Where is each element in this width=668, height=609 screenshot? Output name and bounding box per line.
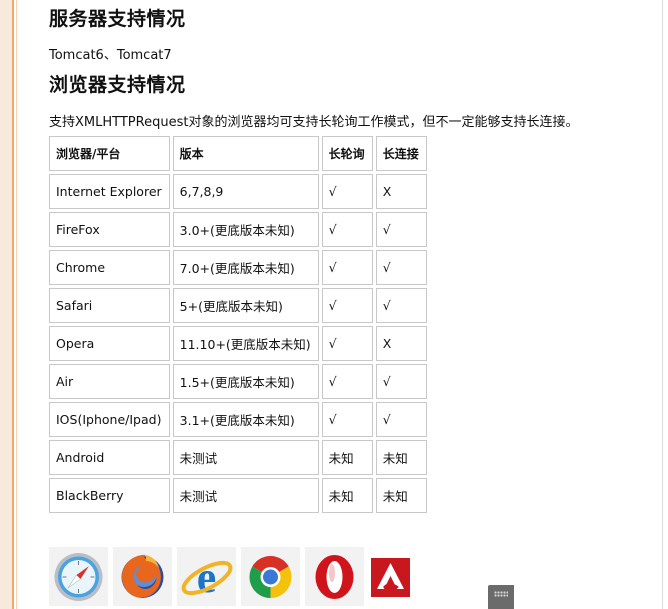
browser-support-table: 浏览器/平台 版本 长轮询 长连接 Internet Explorer 6,7,… — [46, 133, 430, 516]
cell-long-polling: √ — [321, 212, 373, 247]
cell-long-polling: 未知 — [321, 440, 373, 475]
browser-support-text: 支持XMLHTTPRequest对象的浏览器均可支持长轮询工作模式，但不一定能够… — [49, 115, 579, 130]
header-version: 版本 — [172, 136, 319, 171]
table-row: IOS(Iphone/Ipad) 3.1+(更底版本未知) √ √ — [49, 402, 427, 437]
opera-icon — [305, 547, 364, 606]
right-border-line — [662, 0, 663, 609]
svg-text:e: e — [197, 553, 217, 602]
table-row: Android 未测试 未知 未知 — [49, 440, 427, 475]
cell-persistent-connection: √ — [375, 402, 427, 437]
browser-icons-row: e — [49, 547, 412, 606]
cell-browser: Android — [49, 440, 170, 475]
cell-version: 未测试 — [172, 440, 319, 475]
cell-browser: IOS(Iphone/Ipad) — [49, 402, 170, 437]
cell-persistent-connection: X — [375, 174, 427, 209]
cell-version: 7.0+(更底版本未知) — [172, 250, 319, 285]
adobe-air-icon — [369, 547, 412, 606]
cell-browser: Internet Explorer — [49, 174, 170, 209]
server-support-text: Tomcat6、Tomcat7 — [49, 48, 172, 63]
browser-support-heading: 浏览器支持情况 — [49, 74, 186, 96]
cell-long-polling: √ — [321, 288, 373, 323]
cell-browser: FireFox — [49, 212, 170, 247]
cell-browser: Air — [49, 364, 170, 399]
cell-persistent-connection: √ — [375, 212, 427, 247]
chrome-icon — [241, 547, 300, 606]
table-row: Safari 5+(更底版本未知) √ √ — [49, 288, 427, 323]
cell-persistent-connection: √ — [375, 364, 427, 399]
cell-long-polling: √ — [321, 326, 373, 361]
cell-persistent-connection: 未知 — [375, 440, 427, 475]
firefox-icon — [113, 547, 172, 606]
cell-version: 1.5+(更底版本未知) — [172, 364, 319, 399]
cell-version: 3.0+(更底版本未知) — [172, 212, 319, 247]
cell-browser: Safari — [49, 288, 170, 323]
cell-version: 6,7,8,9 — [172, 174, 319, 209]
cell-persistent-connection: √ — [375, 250, 427, 285]
table-row: FireFox 3.0+(更底版本未知) √ √ — [49, 212, 427, 247]
cell-long-polling: √ — [321, 402, 373, 437]
table-header-row: 浏览器/平台 版本 长轮询 长连接 — [49, 136, 427, 171]
safari-icon — [49, 547, 108, 606]
left-margin-stripe — [0, 0, 12, 609]
header-persistent-connection: 长连接 — [375, 136, 427, 171]
resize-grip-handle[interactable] — [488, 585, 514, 609]
left-margin-rule — [12, 0, 14, 609]
cell-persistent-connection: X — [375, 326, 427, 361]
cell-browser: BlackBerry — [49, 478, 170, 513]
server-support-heading: 服务器支持情况 — [49, 8, 186, 30]
cell-version: 5+(更底版本未知) — [172, 288, 319, 323]
table-row: Chrome 7.0+(更底版本未知) √ √ — [49, 250, 427, 285]
left-margin-inner-rule — [16, 0, 17, 609]
header-long-polling: 长轮询 — [321, 136, 373, 171]
table-row: Internet Explorer 6,7,8,9 √ X — [49, 174, 427, 209]
internet-explorer-icon: e — [177, 547, 236, 606]
grip-dots-icon — [494, 591, 508, 597]
cell-long-polling: √ — [321, 250, 373, 285]
table-row: Air 1.5+(更底版本未知) √ √ — [49, 364, 427, 399]
cell-long-polling: 未知 — [321, 478, 373, 513]
table-row: Opera 11.10+(更底版本未知) √ X — [49, 326, 427, 361]
cell-persistent-connection: √ — [375, 288, 427, 323]
header-browser-platform: 浏览器/平台 — [49, 136, 170, 171]
cell-long-polling: √ — [321, 364, 373, 399]
cell-long-polling: √ — [321, 174, 373, 209]
table-row: BlackBerry 未测试 未知 未知 — [49, 478, 427, 513]
cell-version: 11.10+(更底版本未知) — [172, 326, 319, 361]
cell-version: 未测试 — [172, 478, 319, 513]
cell-persistent-connection: 未知 — [375, 478, 427, 513]
cell-browser: Chrome — [49, 250, 170, 285]
cell-version: 3.1+(更底版本未知) — [172, 402, 319, 437]
cell-browser: Opera — [49, 326, 170, 361]
